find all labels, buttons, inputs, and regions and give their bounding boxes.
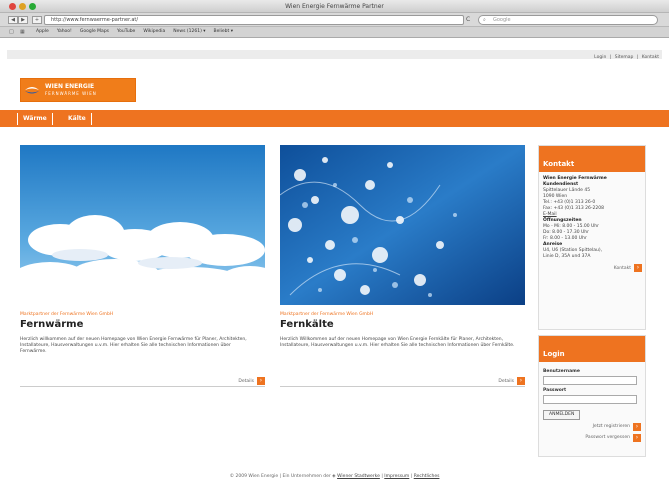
teaser-kicker: Marktpartner der Fernwärme Wien GmbH	[280, 312, 374, 317]
window-titlebar: Wien Energie Fernwärme Partner	[0, 0, 669, 13]
add-bookmark-button[interactable]: +	[32, 16, 42, 24]
address-bar[interactable]: http://www.fernwaerme-partner.at/	[44, 15, 464, 25]
bookmark-item[interactable]: Wikipedia	[143, 29, 165, 34]
bookmark-item[interactable]: YouTube	[117, 29, 135, 34]
arrow-right-icon: ›	[633, 434, 641, 442]
separator: |	[410, 474, 413, 479]
kontakt-title: Kontakt	[539, 146, 645, 172]
register-label: Jetzt registrieren	[592, 424, 630, 429]
main-nav: Wärme Kälte	[0, 110, 669, 127]
kontakt-more-link[interactable]: Kontakt ›	[539, 264, 645, 275]
login-box: Login Benutzername Passwort ANMELDEN Jet…	[538, 335, 646, 457]
grid-icon[interactable]: ▦	[20, 29, 25, 35]
register-link[interactable]: Jetzt registrieren ›	[543, 423, 641, 431]
bookmark-item[interactable]: Apple	[36, 29, 49, 34]
login-button[interactable]: ANMELDEN	[543, 410, 581, 420]
fax: Fax: +43 (0)1 313 26-2208	[543, 206, 604, 211]
email-link[interactable]: E-Mail	[543, 212, 557, 217]
forgot-password-link[interactable]: Passwort vergessen ›	[543, 434, 641, 442]
reload-icon[interactable]: C	[466, 16, 470, 23]
kontakt-details: Wien Energie Fernwärme Kundendienst Spit…	[539, 172, 645, 264]
arrow-right-icon: ›	[634, 264, 642, 272]
top-strip	[7, 50, 662, 59]
footer-link-rechtliches[interactable]: Rechtliches	[414, 474, 440, 479]
search-placeholder: Google	[493, 17, 511, 23]
password-label: Passwort	[543, 388, 567, 393]
hours-line: Do: 8.00 - 17.30 Uhr	[543, 230, 589, 235]
kontakt-link[interactable]: Kontakt	[642, 55, 659, 60]
logo-line2: FERNWÄRME WIEN	[45, 91, 97, 96]
details-label: Details	[498, 378, 514, 384]
username-label: Benutzername	[543, 369, 580, 374]
sitemap-link[interactable]: Sitemap	[615, 55, 634, 60]
sky-clouds-image[interactable]	[20, 145, 265, 305]
forgot-password-label: Passwort vergessen	[585, 435, 630, 440]
address-city: 1090 Wien	[543, 194, 568, 199]
route-line: Linie D, 35A und 37A	[543, 254, 591, 259]
bookmarks-bar: □ ▦ Apple Yahoo! Google Maps YouTube Wik…	[0, 27, 669, 38]
window-title: Wien Energie Fernwärme Partner	[285, 3, 384, 10]
teaser-title: Fernkälte	[280, 319, 334, 330]
teaser-title: Fernwärme	[20, 319, 84, 330]
back-button[interactable]: ◀	[8, 16, 18, 24]
arrow-right-icon: ›	[517, 377, 525, 385]
password-input[interactable]	[543, 395, 637, 404]
forward-button[interactable]: ▶	[18, 16, 28, 24]
username-input[interactable]	[543, 376, 637, 385]
details-link[interactable]: Details ›	[498, 377, 525, 385]
teaser-kicker: Marktpartner der Fernwärme Wien GmbH	[20, 312, 114, 317]
login-link[interactable]: Login	[594, 55, 606, 60]
footer-link-impressum[interactable]: Impressum	[384, 474, 409, 479]
phone: Tel.: +43 (0)1 313 26-0	[543, 200, 596, 205]
site-logo[interactable]: WIEN ENERGIE FERNWÄRME WIEN	[20, 78, 136, 102]
logo-text: WIEN ENERGIE FERNWÄRME WIEN	[43, 83, 97, 97]
kontakt-box: Kontakt Wien Energie Fernwärme Kundendie…	[538, 145, 646, 330]
arrow-right-icon: ›	[257, 377, 265, 385]
stadtwerke-logo-icon: ◈	[332, 474, 336, 479]
hours-line: Mo - Mi: 8.00 - 15.00 Uhr	[543, 224, 600, 229]
arrow-right-icon: ›	[633, 423, 641, 431]
nav-tab-kaelte[interactable]: Kälte	[63, 113, 92, 125]
teaser-body: Herzlich Willkommen auf der neuen Homepa…	[280, 337, 515, 348]
login-form: Benutzername Passwort ANMELDEN Jetzt reg…	[539, 362, 645, 446]
separator: |	[381, 474, 383, 479]
copyright-text: © 2009 Wien Energie | Ein Unternehmen de…	[229, 474, 331, 479]
org-dept: Kundendienst	[543, 182, 579, 187]
search-icon: ⌕	[483, 17, 486, 23]
separator: |	[636, 55, 639, 60]
teaser-body: Herzlich willkommen auf der neuen Homepa…	[20, 337, 247, 354]
kontakt-more-label: Kontakt	[613, 265, 631, 271]
browser-toolbar: ◀ ▶ + http://www.fernwaerme-partner.at/ …	[0, 13, 669, 27]
org-name: Wien Energie Fernwärme	[543, 176, 607, 181]
separator: |	[609, 55, 612, 60]
details-link[interactable]: Details ›	[238, 377, 265, 385]
site-footer: © 2009 Wien Energie | Ein Unternehmen de…	[0, 474, 669, 479]
bookmark-item[interactable]: News (1261) ▾	[173, 29, 205, 34]
divider	[20, 386, 265, 387]
book-icon[interactable]: □	[9, 29, 14, 35]
bookmark-item[interactable]: Google Maps	[80, 29, 109, 34]
divider	[280, 386, 525, 387]
address-street: Spittelauer Lände 45	[543, 188, 591, 193]
bookmark-item[interactable]: Yahoo!	[57, 29, 72, 34]
bookmark-list: Apple Yahoo! Google Maps YouTube Wikiped…	[36, 29, 233, 34]
logo-line1: WIEN ENERGIE	[45, 83, 95, 90]
logo-emblem-icon	[21, 79, 43, 101]
footer-link-stadtwerke[interactable]: Wiener Stadtwerke	[337, 474, 380, 479]
bookmark-item[interactable]: Beliebt ▾	[214, 29, 233, 34]
hours-line: Fr: 8.00 - 13.00 Uhr	[543, 236, 587, 241]
hours-title: Öffnungszeiten	[543, 218, 582, 223]
login-title: Login	[539, 336, 645, 362]
route-line: U4, U6 (Station Spittelau),	[543, 248, 603, 253]
water-bubbles-image[interactable]	[280, 145, 525, 305]
nav-tab-waerme[interactable]: Wärme	[17, 113, 53, 125]
utility-nav: Login | Sitemap | Kontakt	[592, 55, 659, 60]
search-input[interactable]: ⌕ Google	[478, 15, 658, 25]
route-title: Anreise	[543, 242, 563, 247]
details-label: Details	[238, 378, 254, 384]
